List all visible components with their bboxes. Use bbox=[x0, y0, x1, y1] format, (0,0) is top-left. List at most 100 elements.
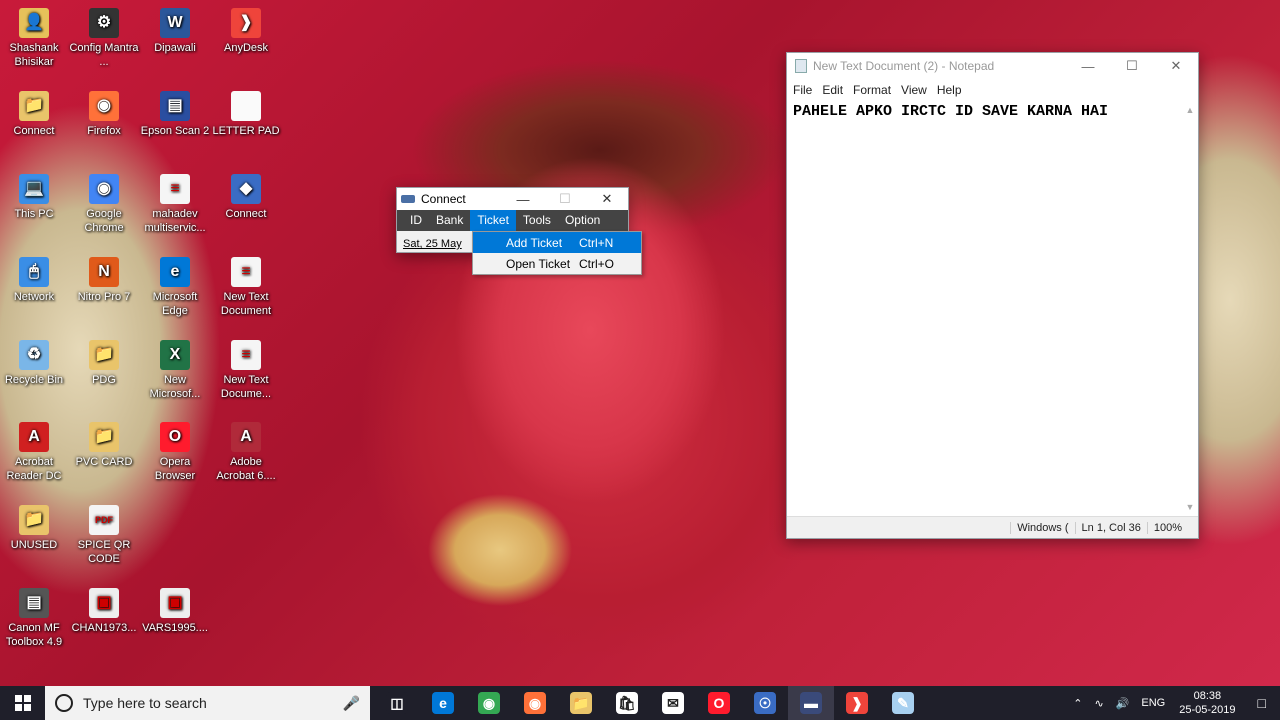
desktop-icon[interactable]: ▣ VARS1995.... bbox=[139, 588, 211, 635]
taskbar-app-store[interactable]: 🛍 bbox=[604, 686, 650, 720]
close-button[interactable]: ✕ bbox=[586, 188, 628, 210]
taskbar-app-edge[interactable]: e bbox=[420, 686, 466, 720]
menu-help[interactable]: Help bbox=[937, 83, 962, 97]
volume-icon[interactable]: 🔊 bbox=[1110, 697, 1136, 710]
notepad-title: New Text Document (2) - Notepad bbox=[813, 59, 995, 73]
scroll-up-icon[interactable]: ▲ bbox=[1182, 105, 1198, 115]
shortcut-icon: ⚙ bbox=[89, 8, 119, 38]
security-icon: ☉ bbox=[754, 692, 776, 714]
desktop-icon[interactable]: ▤ Canon MF Toolbox 4.9 bbox=[0, 588, 70, 649]
open-ticket-label: Open Ticket bbox=[506, 256, 571, 271]
maximize-button[interactable]: ☐ bbox=[1110, 53, 1154, 79]
taskbar-app-opera[interactable]: O bbox=[696, 686, 742, 720]
notepad-titlebar[interactable]: New Text Document (2) - Notepad — ☐ ✕ bbox=[787, 53, 1198, 79]
menu-id[interactable]: ID bbox=[403, 210, 429, 231]
menu-tools[interactable]: Tools bbox=[516, 210, 558, 231]
taskbar-app-notepad[interactable]: ✎ bbox=[880, 686, 926, 720]
desktop-icon[interactable]: A Acrobat Reader DC bbox=[0, 422, 70, 483]
minimize-button[interactable]: — bbox=[502, 188, 544, 210]
task-view-icon: ◫ bbox=[386, 692, 408, 714]
desktop-icon[interactable]: ◉ Google Chrome bbox=[68, 174, 140, 235]
desktop-icon[interactable]: PDF SPICE QR CODE bbox=[68, 505, 140, 566]
file-explorer-icon: 📁 bbox=[570, 692, 592, 714]
menu-format[interactable]: Format bbox=[853, 83, 891, 97]
desktop-icon[interactable]: ♻ Recycle Bin bbox=[0, 340, 70, 387]
close-button[interactable]: ✕ bbox=[1154, 53, 1198, 79]
desktop-icon[interactable]: ⚙ Config Mantra ... bbox=[68, 8, 140, 69]
taskbar-app-connect-app[interactable]: ▬ bbox=[788, 686, 834, 720]
desktop-icon[interactable]: 📁 Connect bbox=[0, 91, 70, 138]
taskbar-search-box[interactable]: Type here to search 🎤 bbox=[45, 686, 370, 720]
desktop-icon[interactable]: ▤ Epson Scan 2 bbox=[139, 91, 211, 138]
desktop-icon[interactable]: 📁 PVC CARD bbox=[68, 422, 140, 469]
taskbar-app-chrome[interactable]: ◉ bbox=[466, 686, 512, 720]
windows-logo-icon bbox=[14, 695, 31, 711]
desktop-icon[interactable]: O Opera Browser bbox=[139, 422, 211, 483]
folder-icon: 📁 bbox=[19, 91, 49, 121]
desktop-icon[interactable]: 📁 UNUSED bbox=[0, 505, 70, 552]
language-indicator[interactable]: ENG bbox=[1135, 697, 1171, 709]
vertical-scrollbar[interactable]: ▲ ▼ bbox=[1182, 101, 1198, 516]
desktop-icon[interactable]: ◉ Firefox bbox=[68, 91, 140, 138]
minimize-button[interactable]: — bbox=[1066, 53, 1110, 79]
taskbar-app-anydesk[interactable]: ❱ bbox=[834, 686, 880, 720]
desktop-icon[interactable]: A Adobe Acrobat 6.... bbox=[210, 422, 282, 483]
desktop-icon[interactable]: ≡ New Text Document bbox=[210, 257, 282, 318]
desktop-icon[interactable]: ≡ New Text Docume... bbox=[210, 340, 282, 401]
menu-item-add-ticket[interactable]: Add Ticket Ctrl+N bbox=[473, 232, 641, 253]
taskbar-app-file-explorer[interactable]: 📁 bbox=[558, 686, 604, 720]
connect-menubar: ID Bank Ticket Tools Option bbox=[397, 210, 628, 231]
start-button[interactable] bbox=[0, 686, 45, 720]
desktop-icon[interactable]: ◆ Connect bbox=[210, 174, 282, 221]
notepad-window[interactable]: New Text Document (2) - Notepad — ☐ ✕ Fi… bbox=[786, 52, 1199, 539]
menu-file[interactable]: File bbox=[793, 83, 812, 97]
menu-item-open-ticket[interactable]: Open Ticket Ctrl+O bbox=[473, 253, 641, 274]
maximize-button[interactable]: ☐ bbox=[544, 188, 586, 210]
desktop-icon-label: LETTER PAD bbox=[212, 125, 280, 137]
desktop-icon[interactable]: e Microsoft Edge bbox=[139, 257, 211, 318]
desktop-icon[interactable]: N Nitro Pro 7 bbox=[68, 257, 140, 304]
microphone-icon[interactable]: 🎤 bbox=[343, 695, 370, 712]
text-doc-icon: ≡ bbox=[160, 174, 190, 204]
connect-date-link[interactable]: Sat, 25 May bbox=[403, 238, 462, 250]
menu-ticket[interactable]: Ticket bbox=[470, 210, 516, 231]
desktop-icon[interactable]: 💻 This PC bbox=[0, 174, 70, 221]
desktop-icon-label: AnyDesk bbox=[223, 42, 269, 54]
desktop-icon-label: Dipawali bbox=[154, 42, 196, 54]
desktop-icon[interactable]: 🖱 Network bbox=[0, 257, 70, 304]
image-file-icon: ▣ bbox=[160, 588, 190, 618]
desktop-icon[interactable]: X New Microsof... bbox=[139, 340, 211, 401]
add-ticket-label: Add Ticket bbox=[506, 235, 563, 250]
clock[interactable]: 08:38 25-05-2019 bbox=[1171, 689, 1243, 717]
taskbar-app-mail[interactable]: ✉ bbox=[650, 686, 696, 720]
desktop-icon[interactable]: W Dipawali bbox=[139, 8, 211, 55]
word-doc-icon: W bbox=[160, 8, 190, 38]
taskbar-app-firefox[interactable]: ◉ bbox=[512, 686, 558, 720]
clock-time: 08:38 bbox=[1193, 690, 1222, 702]
notification-icon[interactable]: □ bbox=[1244, 695, 1280, 711]
menu-bank[interactable]: Bank bbox=[429, 210, 470, 231]
desktop-icon-label: Adobe Acrobat 6.... bbox=[216, 456, 276, 482]
scroll-down-icon[interactable]: ▼ bbox=[1182, 502, 1198, 512]
connect-titlebar[interactable]: Connect — ☐ ✕ bbox=[397, 188, 628, 210]
text-doc-icon: ≡ bbox=[231, 257, 261, 287]
desktop-icon[interactable]: ≡ mahadev multiservic... bbox=[139, 174, 211, 235]
chevron-up-icon[interactable]: ⌃ bbox=[1067, 697, 1088, 710]
desktop-icon[interactable]: ▣ CHAN1973... bbox=[68, 588, 140, 635]
edge-icon: e bbox=[160, 257, 190, 287]
notepad-content[interactable]: PAHELE APKO IRCTC ID SAVE KARNA HAI bbox=[793, 103, 1192, 120]
desktop-icon[interactable]: ❱ AnyDesk bbox=[210, 8, 282, 55]
desktop-icon[interactable]: 📁 PDG bbox=[68, 340, 140, 387]
notepad-text-area[interactable]: PAHELE APKO IRCTC ID SAVE KARNA HAI bbox=[787, 101, 1198, 516]
menu-edit[interactable]: Edit bbox=[822, 83, 843, 97]
menu-view[interactable]: View bbox=[901, 83, 927, 97]
this-pc-icon: 💻 bbox=[19, 174, 49, 204]
taskbar-app-security[interactable]: ☉ bbox=[742, 686, 788, 720]
nitro-icon: N bbox=[89, 257, 119, 287]
desktop-icon[interactable]: 👤 Shashank Bhisikar bbox=[0, 8, 70, 69]
menu-option[interactable]: Option bbox=[558, 210, 607, 231]
desktop-icon[interactable]: LETTER PAD bbox=[210, 91, 282, 138]
folder-icon: 📁 bbox=[89, 422, 119, 452]
wifi-icon[interactable]: ∿ bbox=[1088, 697, 1109, 710]
taskbar-app-task-view[interactable]: ◫ bbox=[374, 686, 420, 720]
